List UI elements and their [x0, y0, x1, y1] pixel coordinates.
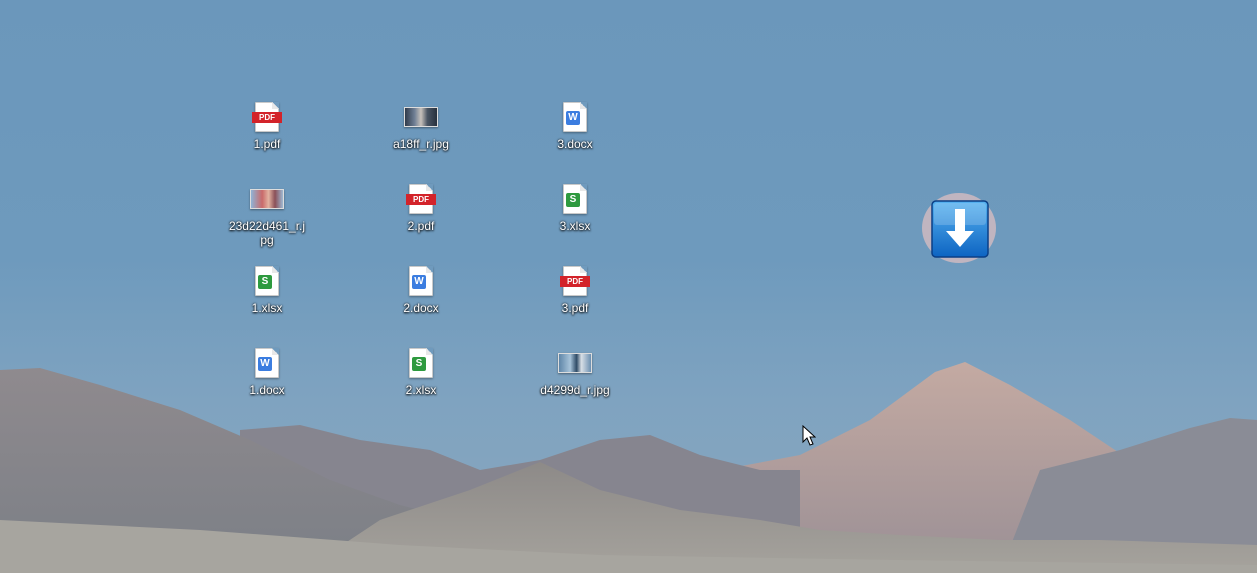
- spreadsheet-file-icon: S: [555, 181, 595, 217]
- desktop-icon-1-docx[interactable]: W 1.docx: [227, 345, 307, 397]
- wallpaper-mountains: [0, 362, 1257, 573]
- desktop-icon-3-pdf[interactable]: PDF 3.pdf: [535, 263, 615, 315]
- word-file-icon: W: [401, 263, 441, 299]
- image-thumbnail-icon: [247, 181, 287, 217]
- desktop-icon-2-docx[interactable]: W 2.docx: [381, 263, 461, 315]
- word-file-icon: W: [247, 345, 287, 381]
- pdf-band-label: PDF: [252, 112, 282, 123]
- desktop-icon-1-pdf[interactable]: PDF 1.pdf: [227, 99, 307, 151]
- pdf-band-label: PDF: [560, 276, 590, 287]
- desktop-icon-d4299d-jpg[interactable]: d4299d_r.jpg: [535, 345, 615, 397]
- desktop-icon-23d22d461-jpg[interactable]: 23d22d461_r.jpg: [227, 181, 307, 247]
- word-file-icon: W: [555, 99, 595, 135]
- desktop-icon-2-xlsx[interactable]: S 2.xlsx: [381, 345, 461, 397]
- desktop-icon-label: 23d22d461_r.jpg: [228, 219, 306, 247]
- desktop-icon-label: 1.docx: [249, 383, 285, 397]
- desktop-icon-2-pdf[interactable]: PDF 2.pdf: [381, 181, 461, 233]
- desktop-icon-label: a18ff_r.jpg: [393, 137, 449, 151]
- sheet-badge: S: [566, 193, 580, 207]
- download-arrow-icon[interactable]: [922, 193, 996, 263]
- pdf-file-icon: PDF: [401, 181, 441, 217]
- desktop-icon-1-xlsx[interactable]: S 1.xlsx: [227, 263, 307, 315]
- desktop-icon-label: 3.xlsx: [559, 219, 591, 233]
- pdf-file-icon: PDF: [555, 263, 595, 299]
- word-badge: W: [258, 357, 272, 371]
- word-badge: W: [566, 111, 580, 125]
- sheet-badge: S: [258, 275, 272, 289]
- desktop-icon-3-docx[interactable]: W 3.docx: [535, 99, 615, 151]
- spreadsheet-file-icon: S: [401, 345, 441, 381]
- desktop-icon-label: 3.pdf: [561, 301, 589, 315]
- image-thumbnail-icon: [555, 345, 595, 381]
- sheet-badge: S: [412, 357, 426, 371]
- mouse-cursor-icon: [802, 425, 816, 446]
- desktop-icon-label: 1.pdf: [253, 137, 281, 151]
- pdf-band-label: PDF: [406, 194, 436, 205]
- word-badge: W: [412, 275, 426, 289]
- desktop-icon-label: 2.docx: [403, 301, 439, 315]
- desktop-icon-label: 2.pdf: [407, 219, 435, 233]
- spreadsheet-file-icon: S: [247, 263, 287, 299]
- desktop-icon-3-xlsx[interactable]: S 3.xlsx: [535, 181, 615, 233]
- image-thumbnail-icon: [401, 99, 441, 135]
- desktop[interactable]: PDF 1.pdf 23d22d461_r.jpg S 1.xlsx W 1.d…: [0, 0, 1257, 573]
- pdf-file-icon: PDF: [247, 99, 287, 135]
- desktop-icon-label: 2.xlsx: [405, 383, 437, 397]
- desktop-icon-label: 3.docx: [557, 137, 593, 151]
- desktop-icon-label: 1.xlsx: [251, 301, 283, 315]
- desktop-icon-a18ff-jpg[interactable]: a18ff_r.jpg: [381, 99, 461, 151]
- desktop-icon-label: d4299d_r.jpg: [540, 383, 610, 397]
